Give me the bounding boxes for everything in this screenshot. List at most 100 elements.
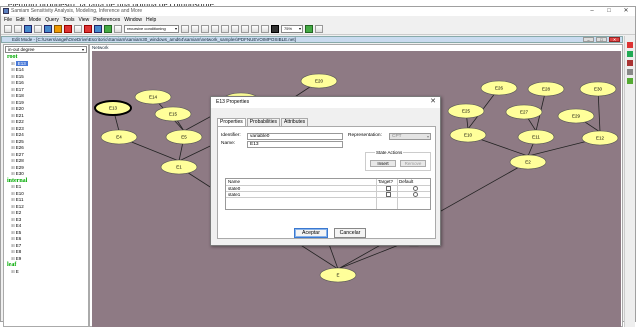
sort-select[interactable]: in-out degree ▾: [5, 46, 87, 53]
save-icon[interactable]: [24, 25, 32, 33]
name-field[interactable]: E13: [247, 141, 343, 148]
network-node-E29[interactable]: E29: [557, 108, 595, 124]
expand-icon[interactable]: ⊞: [11, 269, 15, 274]
expand-icon[interactable]: ⊞: [11, 119, 15, 124]
expand-icon[interactable]: ⊞: [11, 158, 15, 163]
delete-icon[interactable]: [84, 25, 92, 33]
expand-icon[interactable]: ⊞: [11, 243, 15, 248]
expand-icon[interactable]: ⊞: [11, 236, 15, 241]
expand-icon[interactable]: ⊞: [11, 171, 15, 176]
maximize-button[interactable]: □: [602, 7, 616, 16]
expand-icon[interactable]: ⊞: [11, 223, 15, 228]
list-icon[interactable]: [627, 69, 633, 75]
tree-item[interactable]: ⊞E: [7, 269, 87, 276]
expand-icon[interactable]: ⊞: [11, 61, 15, 66]
ok-button[interactable]: Aceptar: [294, 228, 328, 238]
network-node-E4[interactable]: E4: [100, 129, 138, 145]
expand-icon[interactable]: ⊞: [11, 230, 15, 235]
expand-icon[interactable]: ⊞: [11, 74, 15, 79]
minimize-button[interactable]: –: [585, 7, 599, 16]
mode-icon[interactable]: [64, 25, 72, 33]
network-node-E27[interactable]: E27: [505, 104, 543, 120]
expand-icon[interactable]: ⊞: [11, 93, 15, 98]
expand-icon[interactable]: ⊞: [11, 152, 15, 157]
identifier-field[interactable]: variable0: [247, 133, 343, 140]
close-button[interactable]: ✕: [619, 7, 633, 16]
edit-icon[interactable]: [627, 60, 633, 66]
network-node-E14[interactable]: E14: [134, 89, 172, 105]
network-node-E12[interactable]: E12: [581, 130, 619, 146]
zoom-in-icon[interactable]: [231, 25, 239, 33]
copy-icon[interactable]: [44, 25, 52, 33]
sensitivity-icon[interactable]: [114, 25, 122, 33]
menu-edit[interactable]: Edit: [16, 16, 25, 24]
expand-icon[interactable]: ⊞: [11, 139, 15, 144]
tool-icon[interactable]: [627, 51, 633, 57]
arrow-icon[interactable]: [74, 25, 82, 33]
cancel-button[interactable]: Cancelar: [334, 228, 366, 238]
layout-icon[interactable]: [191, 25, 199, 33]
error-icon[interactable]: [627, 42, 633, 48]
menu-mode[interactable]: Mode: [29, 16, 42, 24]
new-icon[interactable]: [4, 25, 12, 33]
zoom-select[interactable]: 75% ▾: [281, 25, 303, 33]
expand-icon[interactable]: ⊞: [11, 106, 15, 111]
expand-icon[interactable]: ⊞: [11, 100, 15, 105]
remove-state-button[interactable]: Remove: [400, 160, 426, 167]
frame-close-button[interactable]: ✕: [609, 37, 620, 42]
compare-icon[interactable]: [201, 25, 209, 33]
expand-icon[interactable]: ⊞: [11, 113, 15, 118]
network-node-E1[interactable]: E1: [160, 159, 198, 175]
network-node-E25[interactable]: E25: [447, 103, 485, 119]
tab-probabilities[interactable]: Probabilities: [246, 118, 281, 126]
monitor-icon[interactable]: [271, 25, 279, 33]
menu-query[interactable]: Query: [45, 16, 59, 24]
expand-icon[interactable]: ⊞: [11, 249, 15, 254]
expand-icon[interactable]: ⊞: [11, 145, 15, 150]
add-node-icon[interactable]: [104, 25, 112, 33]
expand-icon[interactable]: ⊞: [11, 87, 15, 92]
open-icon[interactable]: [14, 25, 22, 33]
expand-icon[interactable]: ⊞: [11, 217, 15, 222]
pointer-icon[interactable]: [261, 25, 269, 33]
network-node-E2[interactable]: E2: [509, 154, 547, 170]
fit-icon[interactable]: [221, 25, 229, 33]
tab-attributes[interactable]: Attributes: [281, 118, 309, 126]
frame-maximize-button[interactable]: □: [596, 37, 607, 42]
expand-icon[interactable]: ⊞: [11, 210, 15, 215]
settings-icon[interactable]: [181, 25, 189, 33]
expand-icon[interactable]: ⊞: [11, 256, 15, 261]
network-node-E13[interactable]: E13: [94, 100, 132, 116]
network-node-E15[interactable]: E15: [154, 106, 192, 122]
menu-view[interactable]: View: [79, 16, 90, 24]
cut-icon[interactable]: [34, 25, 42, 33]
network-node-E20[interactable]: E20: [300, 73, 338, 89]
expand-icon[interactable]: ⊞: [11, 197, 15, 202]
tab-properties[interactable]: Properties: [217, 118, 246, 126]
conditioning-select[interactable]: recursive conditioning ▾: [124, 25, 179, 33]
insert-state-button[interactable]: Insert: [370, 160, 396, 167]
network-node-E10[interactable]: E10: [449, 127, 487, 143]
expand-icon[interactable]: ⊞: [11, 184, 15, 189]
expand-icon[interactable]: ⊞: [11, 191, 15, 196]
image-icon[interactable]: [305, 25, 313, 33]
grid-icon[interactable]: [241, 25, 249, 33]
expand-icon[interactable]: ⊞: [11, 204, 15, 209]
expand-icon[interactable]: ⊞: [11, 165, 15, 170]
help-icon[interactable]: [315, 25, 323, 33]
query-icon[interactable]: [94, 25, 102, 33]
expand-icon[interactable]: ⊞: [11, 80, 15, 85]
network-node-E11[interactable]: E11: [517, 129, 555, 145]
expand-icon[interactable]: ⊞: [11, 67, 15, 72]
expand-icon[interactable]: ⊞: [11, 132, 15, 137]
network-node-E26[interactable]: E26: [480, 80, 518, 96]
compile-icon[interactable]: [54, 25, 62, 33]
menu-file[interactable]: File: [4, 16, 12, 24]
dialog-close-button[interactable]: ✕: [430, 98, 436, 106]
menu-preferences[interactable]: Preferences: [93, 16, 120, 24]
network-node-E[interactable]: E: [319, 267, 357, 283]
frame-minimize-button[interactable]: –: [583, 37, 594, 42]
expand-icon[interactable]: ⊞: [11, 126, 15, 131]
network-node-E28[interactable]: E28: [527, 81, 565, 97]
chart-icon[interactable]: [627, 78, 633, 84]
